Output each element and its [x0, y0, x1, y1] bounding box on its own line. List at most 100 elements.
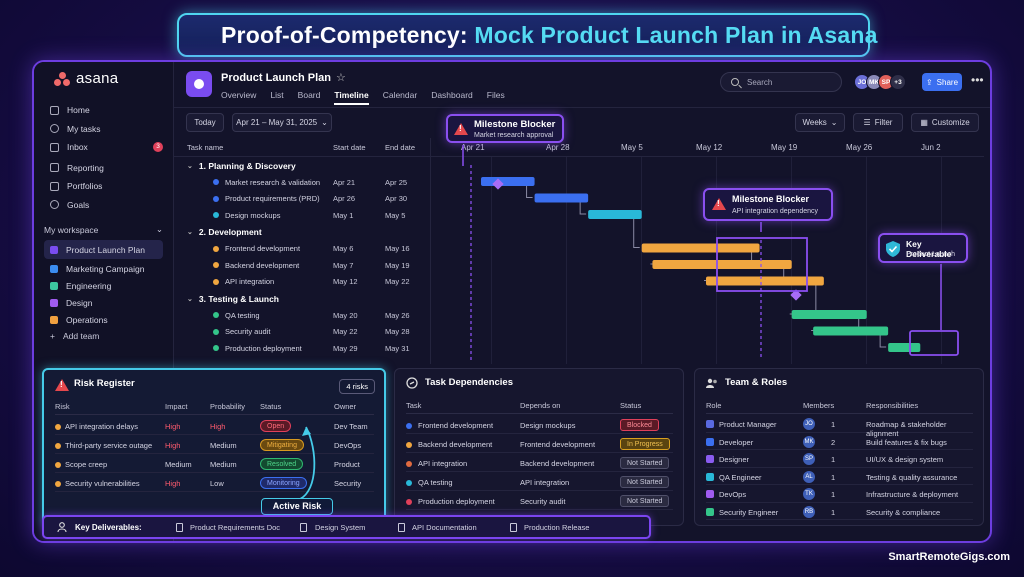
- team-row[interactable]: DevOps TK 1 Infrastructure & deployment: [706, 485, 973, 503]
- risk-name: Security vulnerabilities: [65, 479, 140, 488]
- tab-list[interactable]: List: [270, 90, 283, 105]
- team-row[interactable]: QA Engineer AL 1 Testing & quality assur…: [706, 468, 973, 485]
- avatar-more[interactable]: +3: [890, 74, 906, 90]
- role-icon: [706, 490, 714, 498]
- tab-board[interactable]: Board: [298, 90, 321, 105]
- task-bar[interactable]: [652, 260, 792, 269]
- tab-calendar[interactable]: Calendar: [383, 90, 418, 105]
- nav-label: My tasks: [67, 123, 101, 134]
- risk-probability: Medium: [210, 441, 237, 450]
- nav-reporting[interactable]: Reporting: [44, 159, 163, 178]
- status-badge[interactable]: Mitigating: [260, 439, 304, 451]
- team-row[interactable]: Security Engineer RB 1 Security & compli…: [706, 503, 973, 520]
- task-bar[interactable]: [888, 343, 921, 352]
- task-row[interactable]: Production deployment May 29 May 31: [174, 340, 430, 357]
- risk-owner: DevOps: [334, 441, 362, 450]
- dependency-row[interactable]: Frontend development Design mockups Bloc…: [406, 416, 673, 434]
- risk-row[interactable]: Third-party service outage High Medium M…: [55, 436, 374, 454]
- team-row[interactable]: Designer SP 1 UI/UX & design system: [706, 450, 973, 468]
- risk-row[interactable]: API integration delays High High Open De…: [55, 417, 374, 435]
- more-options-icon[interactable]: •••: [971, 73, 984, 87]
- callout-title: Milestone Blocker: [474, 119, 556, 130]
- task-row[interactable]: QA testing May 20 May 26: [174, 307, 430, 324]
- callout-subtitle: API integration dependency: [732, 208, 819, 215]
- risk-row[interactable]: Scope creep Medium Medium Resolved Produ…: [55, 455, 374, 473]
- role-name: QA Engineer: [719, 472, 762, 482]
- status-badge[interactable]: Not Started: [620, 457, 670, 469]
- task-bar[interactable]: [481, 177, 535, 186]
- status-badge[interactable]: Resolved: [260, 458, 304, 470]
- task-row[interactable]: Product requirements (PRD) Apr 26 Apr 30: [174, 191, 430, 208]
- section-header[interactable]: ⌄ 1. Planning & Discovery: [174, 157, 430, 174]
- deliverable-item[interactable]: Production Release: [524, 523, 589, 532]
- today-button[interactable]: Today: [186, 113, 224, 132]
- avatar[interactable]: JO: [803, 418, 815, 430]
- avatar[interactable]: AL: [803, 470, 815, 483]
- status-badge[interactable]: Blocked: [620, 419, 659, 431]
- search-input[interactable]: Search: [720, 72, 842, 92]
- task-row[interactable]: API integration May 12 May 22: [174, 274, 430, 291]
- date-range-picker[interactable]: Apr 21 – May 31, 2025 ⌄: [232, 113, 332, 132]
- avatar[interactable]: MK: [803, 435, 815, 448]
- status-badge[interactable]: Not Started: [620, 495, 670, 507]
- nav-portfolios[interactable]: Portfolios: [44, 177, 163, 196]
- task-row[interactable]: Backend development May 7 May 19: [174, 257, 430, 274]
- avatar[interactable]: TK: [803, 488, 815, 500]
- project-engineering[interactable]: Engineering: [44, 277, 163, 294]
- project-product-launch-plan[interactable]: Product Launch Plan: [44, 240, 163, 259]
- task-row[interactable]: Design mockups May 1 May 5: [174, 207, 430, 224]
- member-avatars[interactable]: JO MK SP +3: [854, 74, 906, 90]
- star-icon[interactable]: ☆: [336, 72, 346, 84]
- dependency-row[interactable]: Backend development Frontend development…: [406, 435, 673, 453]
- dependency-row[interactable]: API integration Backend development Not …: [406, 454, 673, 472]
- status-badge[interactable]: Not Started: [620, 476, 670, 488]
- project-marketing-campaign[interactable]: Marketing Campaign: [44, 260, 163, 277]
- status-badge[interactable]: In Progress: [620, 438, 670, 450]
- tab-files[interactable]: Files: [487, 90, 505, 105]
- team-row[interactable]: Product Manager JO 1 Roadmap & stakehold…: [706, 415, 973, 438]
- project-operations[interactable]: Operations: [44, 311, 163, 328]
- task-bar[interactable]: [588, 210, 642, 219]
- risk-row[interactable]: Security vulnerabilities High Low Monito…: [55, 474, 374, 492]
- design-icon: [300, 523, 307, 532]
- asana-logo[interactable]: asana: [54, 70, 163, 87]
- status-badge[interactable]: Monitoring: [260, 477, 307, 489]
- section-header[interactable]: ⌄ 2. Development: [174, 224, 430, 241]
- tab-overview[interactable]: Overview: [221, 90, 256, 105]
- section-header[interactable]: ⌄ 3. Testing & Launch: [174, 290, 430, 307]
- project-design[interactable]: Design: [44, 294, 163, 311]
- task-bar[interactable]: [534, 193, 589, 203]
- deliverable-item[interactable]: API Documentation: [412, 523, 477, 532]
- weeks-dropdown[interactable]: Weeks ⌄: [795, 113, 845, 132]
- deliverable-item[interactable]: Product Requirements Doc: [190, 523, 280, 532]
- nav-home[interactable]: Home: [44, 101, 163, 120]
- task-bar[interactable]: [791, 310, 867, 319]
- tab-dashboard[interactable]: Dashboard: [431, 90, 473, 105]
- task-bar[interactable]: [706, 276, 824, 286]
- task-row[interactable]: Market research & validation Apr 21 Apr …: [174, 174, 430, 191]
- role-icon: [706, 507, 714, 516]
- avatar[interactable]: SP: [803, 453, 815, 465]
- milestone-diamond[interactable]: [790, 289, 802, 301]
- dependency-row[interactable]: QA testing API integration Not Started: [406, 473, 673, 491]
- link-icon: [406, 377, 418, 389]
- customize-button[interactable]: ▦ Customize: [911, 113, 979, 132]
- dependency-row[interactable]: Production deployment Security audit Not…: [406, 492, 673, 510]
- deliverable-item[interactable]: Design System: [315, 523, 365, 532]
- task-bar[interactable]: [813, 326, 889, 336]
- nav-goals[interactable]: Goals: [44, 196, 163, 215]
- avatar[interactable]: RB: [803, 505, 815, 518]
- task-row[interactable]: Security audit May 22 May 28: [174, 324, 430, 341]
- team-row[interactable]: Developer MK 2 Build features & fix bugs: [706, 433, 973, 450]
- workspace-header[interactable]: My workspace ⌄: [44, 224, 163, 235]
- task-bar[interactable]: [641, 243, 760, 253]
- nav-my-tasks[interactable]: My tasks: [44, 120, 163, 139]
- filter-button[interactable]: ☰ Filter: [853, 113, 903, 132]
- status-badge[interactable]: Open: [260, 420, 292, 432]
- task-row[interactable]: Frontend development May 6 May 16: [174, 241, 430, 258]
- nav-inbox[interactable]: Inbox 3: [44, 138, 163, 157]
- column-header: Role: [706, 401, 722, 410]
- add-team-button[interactable]: + Add team: [44, 331, 163, 341]
- tab-timeline[interactable]: Timeline: [334, 90, 369, 105]
- share-button[interactable]: ⇪ Share: [922, 73, 962, 91]
